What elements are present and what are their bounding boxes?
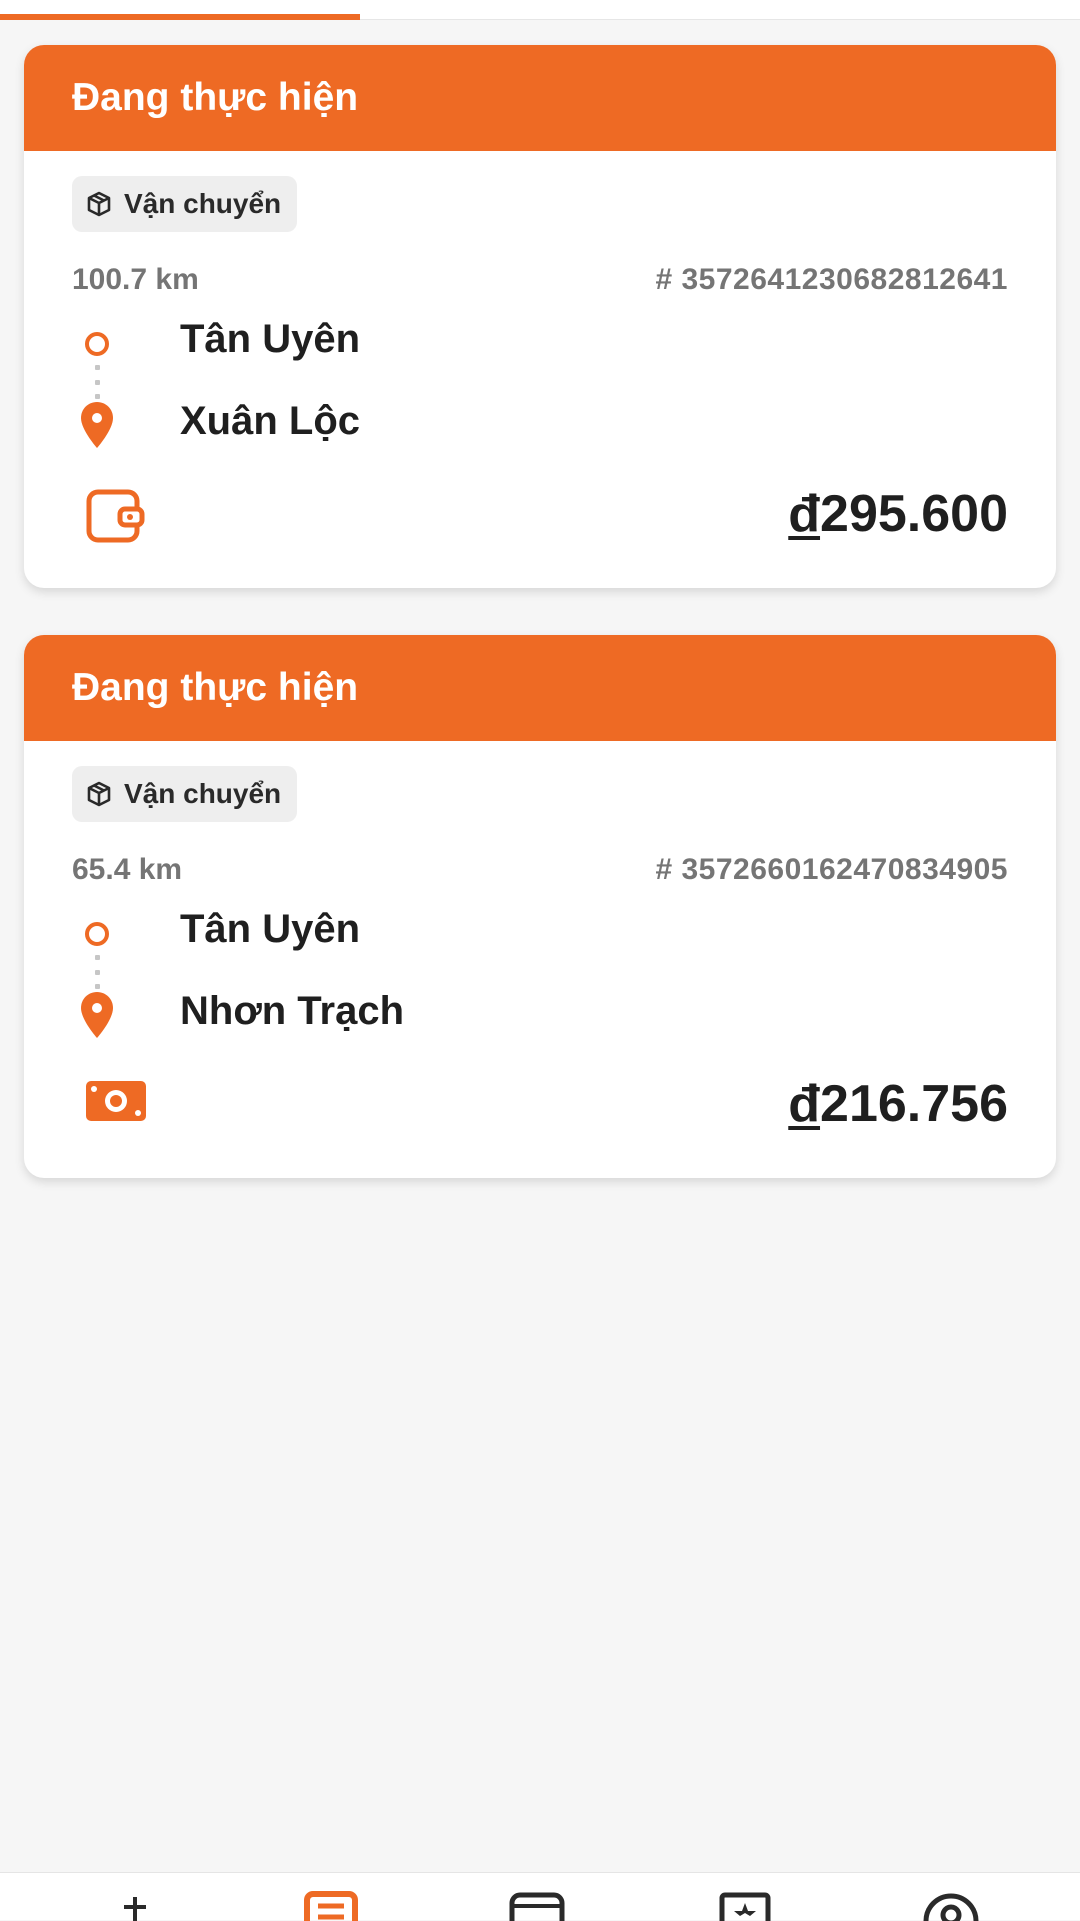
price-amount: 216.756 xyxy=(820,1075,1008,1133)
origin-circle-icon xyxy=(85,332,109,356)
nav-item-profile[interactable] xyxy=(916,1891,986,1921)
order-card[interactable]: Đang thực hiện Vận chuyển 65.4 km # 3572… xyxy=(24,635,1056,1178)
orders-icon xyxy=(304,1891,358,1921)
destination-name: Nhơn Trạch xyxy=(180,989,405,1033)
order-id: # 3572641230682812641 xyxy=(655,263,1008,296)
service-type-badge: Vận chuyển xyxy=(72,766,298,822)
origin-name: Tân Uyên xyxy=(180,907,361,951)
order-id: # 3572660162470834905 xyxy=(655,853,1008,886)
rewards-icon xyxy=(719,1892,771,1921)
route-connector xyxy=(94,955,100,989)
destination-pin-icon xyxy=(81,992,113,1038)
currency-symbol: đ xyxy=(788,1075,821,1133)
service-type-label: Vận chuyển xyxy=(124,188,282,219)
package-icon xyxy=(87,781,111,807)
currency-symbol: đ xyxy=(788,485,821,543)
order-distance: 65.4 km xyxy=(72,853,183,886)
destination-name: Xuân Lộc xyxy=(180,399,361,443)
price-amount: 295.600 xyxy=(820,485,1008,543)
route-connector xyxy=(94,365,100,399)
active-tab-indicator xyxy=(0,14,360,20)
order-card-header: Đang thực hiện xyxy=(24,635,1056,741)
order-distance: 100.7 km xyxy=(72,263,199,296)
bottom-navigation xyxy=(0,1872,1080,1921)
wallet-icon xyxy=(86,489,145,543)
profile-icon xyxy=(923,1893,979,1921)
route: Tân Uyên Xuân Lộc xyxy=(72,317,672,448)
cash-icon xyxy=(86,1081,146,1121)
order-status: Đang thực hiện xyxy=(72,666,359,709)
order-price: đ295.600 xyxy=(788,484,1008,544)
route: Tân Uyên Nhơn Trạch xyxy=(72,907,672,1038)
service-type-badge: Vận chuyển xyxy=(72,176,298,232)
nav-item-wallet[interactable] xyxy=(502,1891,572,1921)
order-card-header: Đang thực hiện xyxy=(24,45,1056,151)
nav-item-rewards[interactable] xyxy=(710,1891,780,1921)
home-icon xyxy=(124,1897,146,1921)
order-card-body: Vận chuyển 65.4 km # 3572660162470834905… xyxy=(24,741,1056,1178)
order-status: Đang thực hiện xyxy=(72,76,359,119)
order-price: đ216.756 xyxy=(788,1074,1008,1134)
destination-pin-icon xyxy=(81,402,113,448)
service-type-label: Vận chuyển xyxy=(124,778,282,809)
order-list: Đang thực hiện Vận chuyển 100.7 km # 357… xyxy=(24,45,1056,1225)
package-icon xyxy=(87,191,111,217)
nav-item-orders[interactable] xyxy=(296,1891,366,1921)
order-card[interactable]: Đang thực hiện Vận chuyển 100.7 km # 357… xyxy=(24,45,1056,588)
nav-item-home[interactable] xyxy=(100,1891,170,1921)
order-card-body: Vận chuyển 100.7 km # 357264123068281264… xyxy=(24,151,1056,588)
origin-name: Tân Uyên xyxy=(180,317,361,361)
wallet-icon xyxy=(509,1892,565,1921)
origin-circle-icon xyxy=(85,922,109,946)
